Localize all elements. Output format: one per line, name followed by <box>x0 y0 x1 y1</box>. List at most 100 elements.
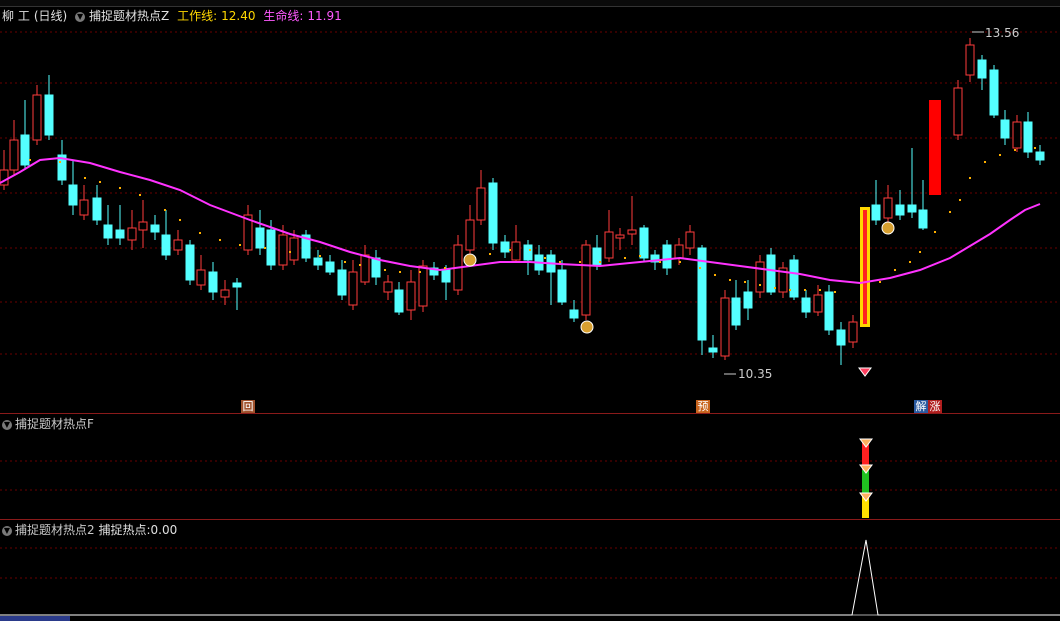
candle-body <box>255 227 265 249</box>
candle-body <box>604 231 614 259</box>
work-line-dot <box>909 261 911 263</box>
panel-divider[interactable] <box>0 519 1060 520</box>
work-line-dot <box>399 271 401 273</box>
candle-body <box>557 269 567 303</box>
work-line-dot <box>659 261 661 263</box>
work-line-dot <box>489 253 491 255</box>
candle-body <box>953 87 963 136</box>
candle-body <box>289 237 299 261</box>
candle-body <box>581 244 591 316</box>
candle-body <box>615 234 625 239</box>
candle-body <box>173 239 183 251</box>
work-line-dot <box>289 251 291 253</box>
candle-body <box>1012 121 1022 149</box>
work-line-dot <box>1014 149 1016 151</box>
candle-body <box>150 224 160 233</box>
candle-body <box>185 244 195 281</box>
work-line-dot <box>239 244 241 246</box>
candle-body <box>394 289 404 313</box>
limit-up-candle <box>929 100 941 195</box>
work-line-dot <box>119 187 121 189</box>
candle-body <box>92 197 102 221</box>
candle-body <box>639 227 649 259</box>
candle-body <box>813 294 823 313</box>
indicator-menu-icon[interactable]: ▼ <box>2 525 12 536</box>
work-line-dot <box>919 251 921 253</box>
work-line-dot <box>624 257 626 259</box>
gem-icon <box>859 438 873 448</box>
candle-body <box>406 281 416 311</box>
candle-body <box>743 291 753 309</box>
candle-body <box>465 219 475 251</box>
work-line-dot <box>819 289 821 291</box>
candle-body <box>44 94 54 136</box>
stock-chart-window: 13.56 10.35 柳 工 (日线) ▼ 捕捉题材热点Z 工作线: 12.40 生命… <box>0 0 1060 621</box>
signal-marker-jie[interactable]: 解 <box>914 400 928 413</box>
candle-body <box>337 269 347 296</box>
work-line-dot <box>29 159 31 161</box>
work-line-dot <box>679 261 681 263</box>
high-price-label: 13.56 <box>985 26 1019 40</box>
candle-body <box>883 197 893 219</box>
work-line-dot <box>139 194 141 196</box>
money-bag-icon <box>463 253 477 267</box>
indicator-menu-icon[interactable]: ▼ <box>75 11 86 22</box>
work-line-dot <box>419 271 421 273</box>
work-line-dot <box>949 211 951 213</box>
candle-body <box>383 281 393 293</box>
panel2-indicator-name: 捕捉题材热点F <box>15 417 94 431</box>
signal-marker-zhang[interactable]: 涨 <box>928 400 942 413</box>
work-line-dot <box>99 181 101 183</box>
candle-body <box>360 254 370 283</box>
indicator-menu-icon[interactable]: ▼ <box>2 419 12 430</box>
main-panel-title: 柳 工 (日线) ▼ 捕捉题材热点Z 工作线: 12.40 生命线: 11.91 <box>2 8 346 24</box>
candle-body <box>488 182 498 244</box>
candle-body <box>32 94 42 141</box>
candle-body <box>348 271 358 306</box>
candle-body <box>685 231 695 249</box>
signal-marker-yu[interactable]: 预 <box>696 400 710 413</box>
panel3-title: ▼ 捕捉题材热点2 捕捉热点:0.00 <box>2 522 177 538</box>
work-line-dot <box>344 261 346 263</box>
candle-body <box>441 269 451 283</box>
work-line-dot <box>319 255 321 257</box>
candle-body <box>755 261 765 293</box>
candle-body <box>20 134 30 166</box>
work-line-dot <box>179 219 181 221</box>
panel-divider[interactable] <box>0 413 1060 414</box>
work-line-dot <box>199 232 201 234</box>
work-line-dot <box>834 291 836 293</box>
candle-body <box>801 297 811 313</box>
candle-body <box>965 44 975 76</box>
candle-body <box>569 309 579 319</box>
candle-body <box>220 289 230 298</box>
work-line-dot <box>729 279 731 281</box>
panel3-value-label: 捕捉热点: <box>98 523 151 537</box>
work-line-dot <box>759 284 761 286</box>
work-line-dot <box>969 177 971 179</box>
candle-body <box>103 224 113 239</box>
life-line <box>0 156 1041 285</box>
candle-body <box>766 254 776 293</box>
work-line-dot <box>934 231 936 233</box>
work-line-dot <box>509 249 511 251</box>
candle-body <box>127 227 137 241</box>
candle-body <box>278 234 288 266</box>
candle-body <box>1000 119 1010 139</box>
gem-icon <box>859 464 873 474</box>
work-line-dot <box>744 281 746 283</box>
candle-body <box>720 297 730 357</box>
period-label: (日线) <box>33 9 68 23</box>
signal-marker-hui[interactable]: 回 <box>241 400 255 413</box>
work-line-dot <box>264 247 266 249</box>
candle-body <box>115 229 125 239</box>
work-line-dot <box>164 209 166 211</box>
gem-icon <box>858 367 872 377</box>
signal-bar-green <box>862 470 869 494</box>
candle-body <box>232 282 242 288</box>
candle-body <box>313 257 323 266</box>
work-line-dot <box>84 177 86 179</box>
candle-body <box>523 244 533 261</box>
candle-body <box>68 184 78 206</box>
life-line-label: 生命线: <box>263 9 304 23</box>
